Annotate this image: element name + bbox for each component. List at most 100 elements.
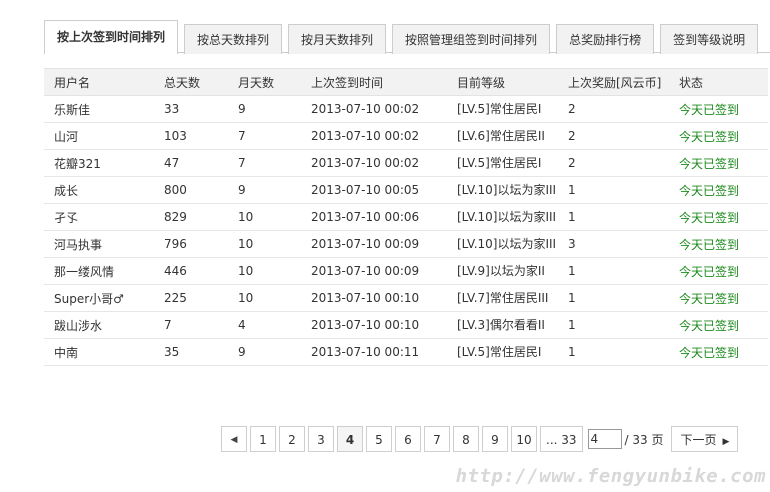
cell-status: 今天已签到 <box>669 95 768 123</box>
cell-total-days: 47 <box>154 149 228 177</box>
cell-status: 今天已签到 <box>669 122 768 150</box>
header-level: 目前等级 <box>447 68 558 96</box>
cell-last-reward: 1 <box>558 257 669 285</box>
cell-last-signin: 2013-07-10 00:02 <box>301 149 447 177</box>
cell-total-days: 35 <box>154 338 228 366</box>
cell-last-reward: 1 <box>558 284 669 312</box>
cell-username[interactable]: 中南 <box>44 338 154 366</box>
tab-sort-admin-signin[interactable]: 按照管理组签到时间排列 <box>392 24 551 54</box>
cell-last-signin: 2013-07-10 00:02 <box>301 122 447 150</box>
header-last-reward: 上次奖励[风云币] <box>558 68 669 96</box>
cell-level: [LV.10]以坛为家III <box>447 203 558 231</box>
cell-status: 今天已签到 <box>669 257 768 285</box>
cell-status: 今天已签到 <box>669 311 768 339</box>
cell-level: [LV.5]常住居民I <box>447 338 558 366</box>
cell-total-days: 7 <box>154 311 228 339</box>
header-last-signin: 上次签到时间 <box>301 68 447 96</box>
cell-last-reward: 1 <box>558 338 669 366</box>
cell-level: [LV.3]偶尔看看II <box>447 311 558 339</box>
header-status: 状态 <box>669 68 768 96</box>
cell-last-reward: 1 <box>558 311 669 339</box>
next-page-button[interactable]: 下一页 ▶ <box>671 426 739 452</box>
tab-sort-month-days[interactable]: 按月天数排列 <box>288 24 387 54</box>
cell-total-days: 800 <box>154 176 228 204</box>
cell-username[interactable]: 跋山涉水 <box>44 311 154 339</box>
cell-username[interactable]: 山河 <box>44 122 154 150</box>
cell-status: 今天已签到 <box>669 230 768 258</box>
page-link[interactable]: 1 <box>250 426 276 452</box>
cell-last-reward: 3 <box>558 230 669 258</box>
table-row: 乐斯佳 33 9 2013-07-10 00:02 [LV.5]常住居民I 2 今天已签到 <box>44 95 768 123</box>
cell-last-signin: 2013-07-10 00:09 <box>301 230 447 258</box>
cell-last-reward: 1 <box>558 176 669 204</box>
tab-reward-ranking[interactable]: 总奖励排行榜 <box>556 24 655 54</box>
cell-level: [LV.10]以坛为家III <box>447 176 558 204</box>
cell-last-signin: 2013-07-10 00:11 <box>301 338 447 366</box>
cell-last-reward: 2 <box>558 95 669 123</box>
cell-month-days: 4 <box>228 311 301 339</box>
table-row: 花瓣321 47 7 2013-07-10 00:02 [LV.5]常住居民I 2 今天已签… <box>44 149 768 177</box>
header-username: 用户名 <box>44 68 154 96</box>
cell-status: 今天已签到 <box>669 338 768 366</box>
cell-total-days: 103 <box>154 122 228 150</box>
cell-username[interactable]: Super小哥♂ <box>44 284 154 312</box>
table-row: 山河 103 7 2013-07-10 00:02 [LV.6]常住居民II 2 今天已签到 <box>44 122 768 150</box>
cell-last-reward: 2 <box>558 149 669 177</box>
cell-month-days: 9 <box>228 176 301 204</box>
next-page-label: 下一页 <box>680 433 717 447</box>
page-link[interactable]: 10 <box>511 426 537 452</box>
page-link[interactable]: 2 <box>279 426 305 452</box>
cell-last-signin: 2013-07-10 00:09 <box>301 257 447 285</box>
table-row: 孑孓 829 10 2013-07-10 00:06 [LV.10]以坛为家III 1 今天… <box>44 203 768 231</box>
pagination: ◀ 12345678910 ... 33 / 33 页 下一页 ▶ <box>221 425 739 453</box>
table-row: 那一缕风情 446 10 2013-07-10 00:09 [LV.9]以坛为家II 1 今… <box>44 257 768 285</box>
cell-username[interactable]: 成长 <box>44 176 154 204</box>
cell-username[interactable]: 那一缕风情 <box>44 257 154 285</box>
page-link[interactable]: 6 <box>395 426 421 452</box>
tab-sort-last-signin[interactable]: 按上次签到时间排列 <box>44 20 179 54</box>
cell-username[interactable]: 乐斯佳 <box>44 95 154 123</box>
tab-sort-total-days[interactable]: 按总天数排列 <box>184 24 283 54</box>
table-row: Super小哥♂ 225 10 2013-07-10 00:10 [LV.7]常住居民I… <box>44 284 768 312</box>
cell-month-days: 9 <box>228 95 301 123</box>
signin-table: 用户名 总天数 月天数 上次签到时间 目前等级 上次奖励[风云币] 状态 乐斯佳… <box>44 68 768 366</box>
cell-month-days: 10 <box>228 284 301 312</box>
cell-last-signin: 2013-07-10 00:05 <box>301 176 447 204</box>
cell-status: 今天已签到 <box>669 176 768 204</box>
cell-level: [LV.5]常住居民I <box>447 95 558 123</box>
cell-total-days: 796 <box>154 230 228 258</box>
cell-total-days: 446 <box>154 257 228 285</box>
page-link[interactable]: 3 <box>308 426 334 452</box>
page-link[interactable]: 7 <box>424 426 450 452</box>
cell-month-days: 7 <box>228 149 301 177</box>
table-row: 成长 800 9 2013-07-10 00:05 [LV.10]以坛为家III 1 今天已… <box>44 176 768 204</box>
cell-month-days: 10 <box>228 257 301 285</box>
cell-username[interactable]: 河马执事 <box>44 230 154 258</box>
page-link[interactable]: 4 <box>337 426 363 452</box>
cell-last-signin: 2013-07-10 00:10 <box>301 311 447 339</box>
cell-level: [LV.10]以坛为家III <box>447 230 558 258</box>
cell-month-days: 9 <box>228 338 301 366</box>
cell-status: 今天已签到 <box>669 284 768 312</box>
cell-level: [LV.9]以坛为家II <box>447 257 558 285</box>
page-link[interactable]: 5 <box>366 426 392 452</box>
cell-username[interactable]: 花瓣321 <box>44 149 154 177</box>
page-link-last[interactable]: ... 33 <box>540 426 583 452</box>
chevron-right-icon: ▶ <box>722 437 730 447</box>
cell-last-signin: 2013-07-10 00:06 <box>301 203 447 231</box>
cell-total-days: 829 <box>154 203 228 231</box>
page-link[interactable]: 8 <box>453 426 479 452</box>
cell-username[interactable]: 孑孓 <box>44 203 154 231</box>
table-header-row: 用户名 总天数 月天数 上次签到时间 目前等级 上次奖励[风云币] 状态 <box>44 68 768 96</box>
cell-total-days: 33 <box>154 95 228 123</box>
watermark: http://www.fengyunbike.com <box>455 465 766 487</box>
cell-level: [LV.7]常住居民III <box>447 284 558 312</box>
prev-page-button[interactable]: ◀ <box>221 426 247 452</box>
cell-last-reward: 1 <box>558 203 669 231</box>
page-link[interactable]: 9 <box>482 426 508 452</box>
tab-level-info[interactable]: 签到等级说明 <box>660 24 759 54</box>
page-jump-input[interactable] <box>587 429 622 449</box>
table-row: 河马执事 796 10 2013-07-10 00:09 [LV.10]以坛为家III 3… <box>44 230 768 258</box>
cell-status: 今天已签到 <box>669 149 768 177</box>
cell-last-signin: 2013-07-10 00:02 <box>301 95 447 123</box>
